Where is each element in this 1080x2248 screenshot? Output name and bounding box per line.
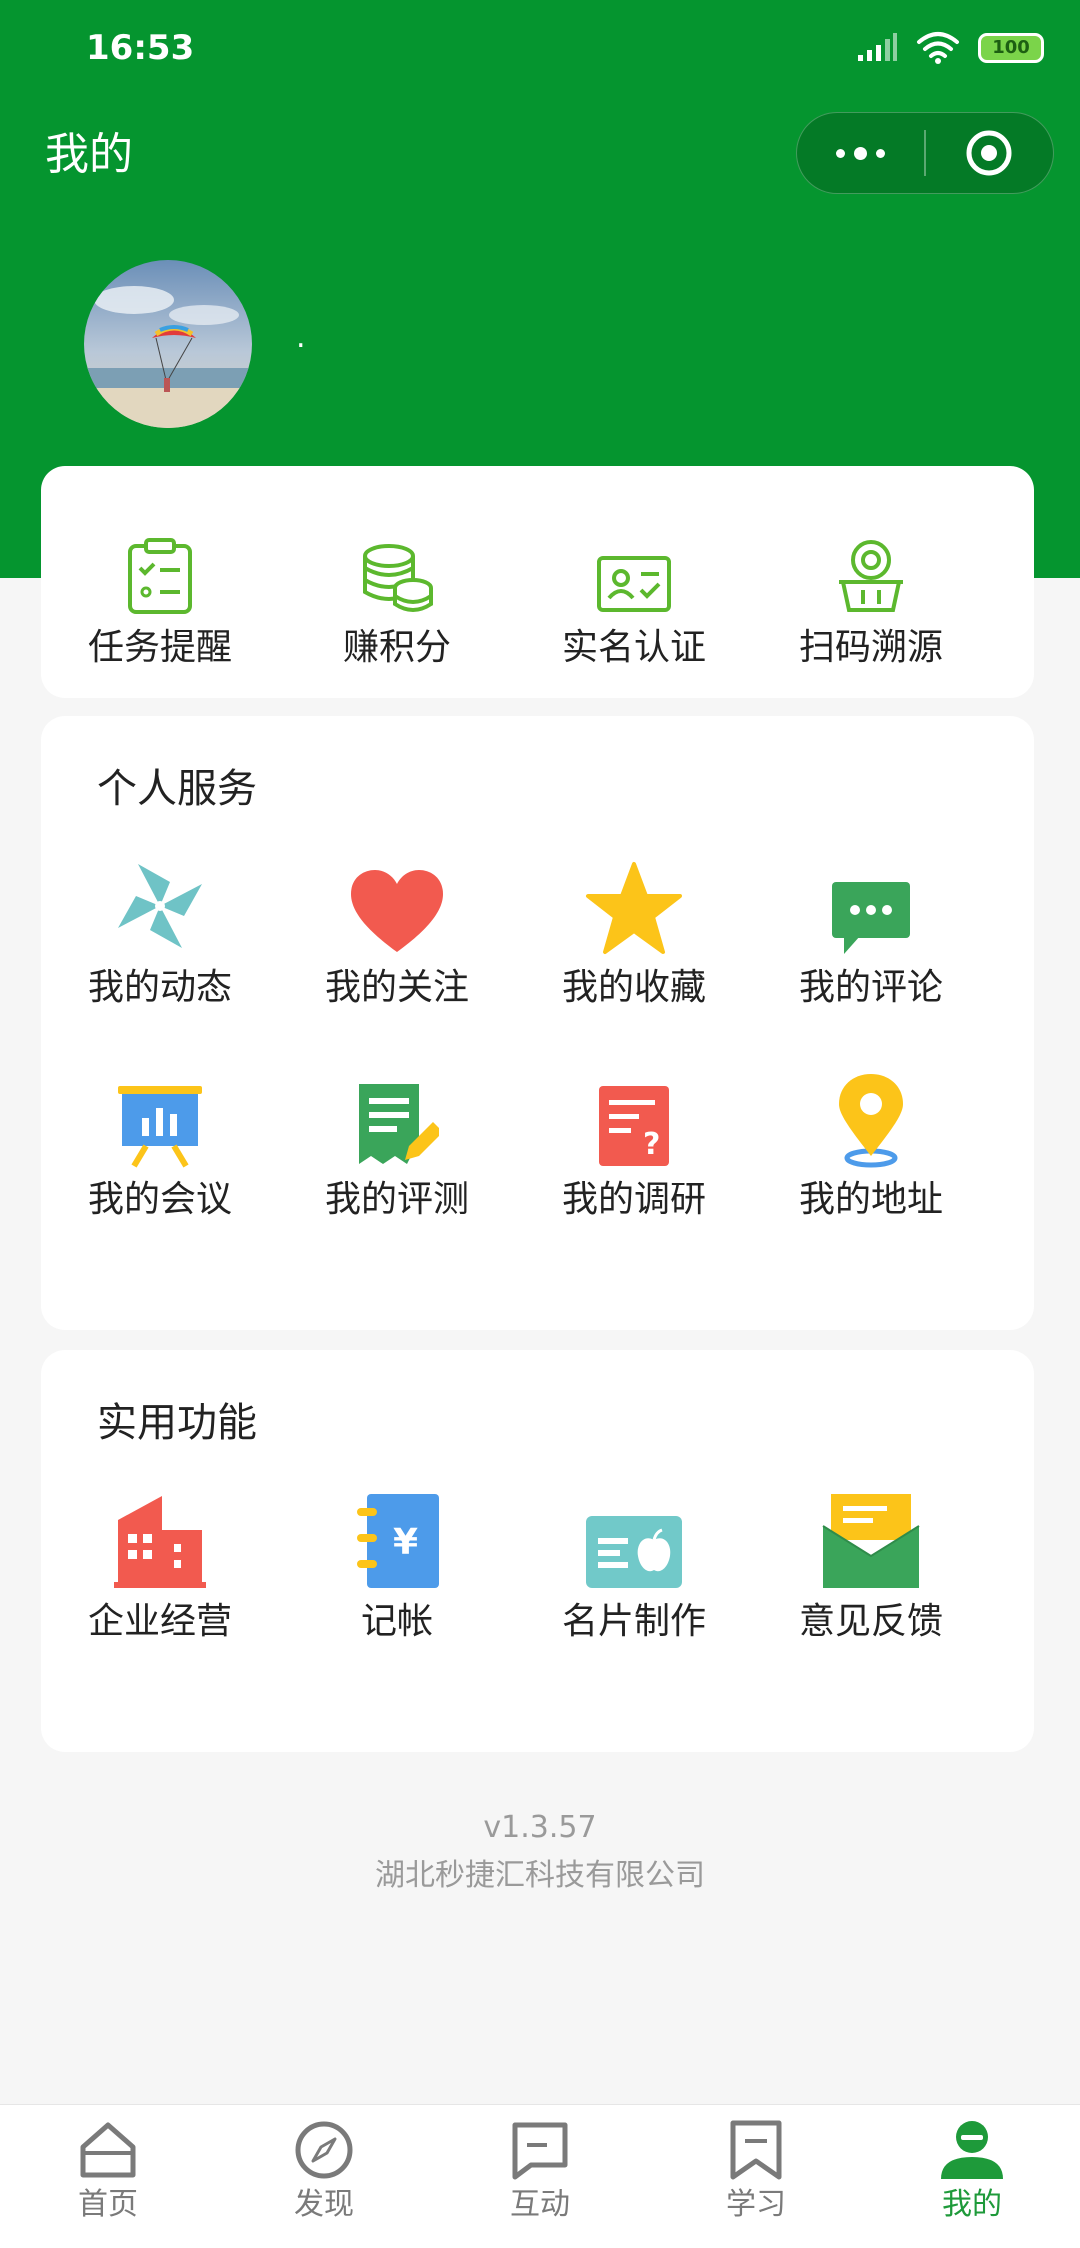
location-pin-icon [839,1074,903,1168]
quick-action-label: 扫码溯源 [798,627,943,668]
service-my-comments[interactable]: 我的评论 [776,846,966,1010]
tab-label: 学习 [726,2187,786,2222]
quick-action-earn-points[interactable]: 赚积分 [302,506,492,670]
star-icon [586,862,682,954]
service-label: 我的收藏 [561,967,706,1008]
service-label: 我的地址 [798,1179,943,1220]
battery-level: 100 [992,37,1030,58]
service-my-address[interactable]: 我的地址 [776,1058,966,1222]
tab-home[interactable]: 首页 [0,2119,216,2223]
tool-bookkeeping[interactable]: ¥ 记帐 [302,1480,492,1644]
svg-text:?: ? [643,1127,660,1162]
tab-mine[interactable]: 我的 [864,2119,1080,2223]
battery-icon: 100 [978,33,1044,63]
envelope-icon [822,1494,920,1588]
quick-action-label: 实名认证 [561,627,706,668]
tool-business-card[interactable]: 名片制作 [539,1480,729,1644]
practical-functions-card: 实用功能 企业经营 ¥ 记帐 名片制作 意见反馈 [41,1350,1034,1752]
tab-interact[interactable]: 互动 [432,2119,648,2223]
avatar-image [84,260,252,428]
service-label: 我的评测 [324,1179,469,1220]
tab-learn[interactable]: 学习 [648,2119,864,2223]
service-label: 我的会议 [87,1179,232,1220]
service-my-reviews[interactable]: 我的评测 [302,1058,492,1222]
presentation-board-icon [118,1086,202,1168]
tab-label: 互动 [510,2187,570,2222]
status-time: 16:53 [86,28,195,68]
quick-actions-card: 任务提醒 赚积分 实名认证 扫码溯源 [41,466,1034,698]
user-name: . [296,320,306,355]
more-dots-icon [836,146,885,160]
survey-question-icon: ? [599,1086,669,1166]
scan-basket-icon [839,540,903,612]
section-title: 个人服务 [97,766,257,812]
status-icons: 100 [856,30,1044,66]
user-profile-icon [941,2121,1003,2179]
quick-action-label: 赚积分 [342,627,451,668]
compass-icon [295,2121,353,2179]
yen-notebook-icon: ¥ [357,1494,439,1588]
service-my-favorites[interactable]: 我的收藏 [539,846,729,1010]
bottom-tabbar: 首页 发现 互动 学习 我的 [0,2104,1080,2248]
coins-stack-icon [363,544,433,612]
tool-label: 名片制作 [561,1601,706,1642]
personal-services-card: 个人服务 我的动态 我的关注 我的收藏 我的评论 我的会议 我的评测 ? 我的调… [41,716,1034,1330]
section-title: 实用功能 [97,1400,257,1446]
tool-feedback[interactable]: 意见反馈 [776,1480,966,1644]
heart-icon [351,870,443,952]
service-label: 我的动态 [87,967,232,1008]
tool-business-operations[interactable]: 企业经营 [65,1480,255,1644]
tool-label: 企业经营 [87,1601,232,1642]
service-label: 我的调研 [561,1179,706,1220]
message-square-icon [512,2122,568,2180]
tool-label: 意见反馈 [798,1601,943,1642]
quick-action-scan-trace[interactable]: 扫码溯源 [776,506,966,670]
bookmark-icon [730,2120,782,2180]
service-label: 我的关注 [324,967,469,1008]
tool-label: 记帐 [360,1601,433,1642]
company-name: 湖北秒捷汇科技有限公司 [375,1858,705,1893]
service-my-posts[interactable]: 我的动态 [65,846,255,1010]
more-button[interactable] [797,112,924,194]
close-button[interactable] [926,112,1053,194]
page-title: 我的 [45,129,133,180]
quick-action-real-name[interactable]: 实名认证 [539,506,729,670]
document-pen-icon [359,1084,439,1164]
service-my-surveys[interactable]: ? 我的调研 [539,1058,729,1222]
service-my-meetings[interactable]: 我的会议 [65,1058,255,1222]
pinwheel-icon [118,864,202,948]
wifi-icon [917,32,959,64]
tab-label: 我的 [942,2187,1002,2222]
service-my-follows[interactable]: 我的关注 [302,846,492,1010]
target-circle-icon [966,130,1012,176]
app-version: v1.3.57 [483,1810,597,1845]
quick-action-label: 任务提醒 [87,627,232,668]
avatar[interactable] [84,260,252,428]
tab-label: 首页 [78,2187,138,2222]
service-label: 我的评论 [798,967,943,1008]
building-icon [114,1496,206,1588]
miniapp-capsule [796,112,1054,194]
home-icon [80,2122,136,2178]
chat-bubble-icon [832,882,910,954]
tab-label: 发现 [294,2187,354,2222]
tab-discover[interactable]: 发现 [216,2119,432,2223]
id-card-check-icon [597,556,671,612]
svg-text:¥: ¥ [393,1522,418,1563]
clipboard-checklist-icon [128,538,192,614]
business-card-icon [586,1516,682,1588]
signal-icon [858,33,897,61]
quick-action-task-reminder[interactable]: 任务提醒 [65,506,255,670]
